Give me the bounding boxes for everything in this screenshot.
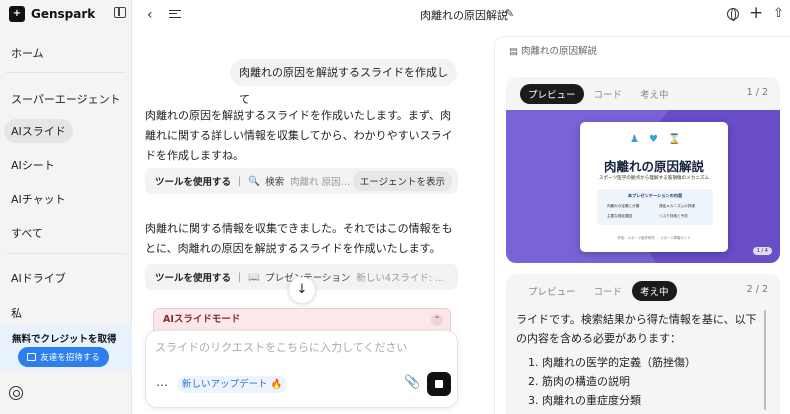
page-title[interactable]: 肉離れの原因解説 bbox=[420, 7, 508, 23]
chat-input[interactable] bbox=[155, 341, 445, 354]
sidebar-item-me[interactable]: 私 bbox=[4, 301, 29, 325]
sidebar-item-home[interactable]: ホーム bbox=[4, 41, 51, 65]
slide-subtitle: スポーツ医学の観点から理解する筋損傷のメカニズム bbox=[598, 176, 710, 181]
slide-card-2: プレビュー コード 考え中 2 / 2 ライドです。検索結果から得た情報を基に、… bbox=[506, 274, 780, 414]
divider bbox=[6, 72, 126, 73]
mode-label: AIスライドモード bbox=[163, 314, 241, 325]
tab-code[interactable]: コード bbox=[586, 281, 631, 301]
tool-detail: 肉離れ 原因 メ… bbox=[290, 177, 353, 188]
slide-icons: ♟ ♥ ⌛ bbox=[630, 134, 680, 145]
slide-box-item: 主要な発症要因 bbox=[607, 214, 633, 218]
globe-icon[interactable] bbox=[727, 8, 739, 21]
ai-message: 肉離れの原因を解説するスライドを作成いたします。まず、肉離れに関する詳しい情報を… bbox=[145, 109, 453, 162]
share-icon[interactable]: ⇧ bbox=[773, 6, 784, 21]
heartbeat-icon: ♥ bbox=[648, 134, 658, 145]
tab-preview[interactable]: プレビュー bbox=[520, 281, 584, 301]
back-arrow-icon[interactable]: ‹ bbox=[147, 8, 153, 22]
list-item: 3. 肉離れの重症度分類 bbox=[528, 394, 641, 407]
card-tabs: プレビュー コード 考え中 bbox=[520, 281, 677, 301]
list-item: 2. 筋肉の構造の説明 bbox=[528, 375, 630, 388]
new-update-chip[interactable]: 新しいアップデート 🔥 bbox=[177, 376, 288, 393]
slide-thumbnail: ♟ ♥ ⌛ 肉離れの原因解説 スポーツ医学の観点から理解する筋損傷のメカニズム … bbox=[580, 122, 728, 252]
ai-message: 肉離れに関する情報を収集できました。それではこの情報をもとに、肉離れの原因を解説… bbox=[145, 222, 453, 255]
slide-page-badge: 1 / 4 bbox=[752, 247, 772, 255]
person-icon: ♟ bbox=[630, 134, 639, 145]
stop-button[interactable] bbox=[427, 372, 451, 396]
genspark-logo-icon: + bbox=[9, 6, 25, 22]
tab-thinking[interactable]: 考え中 bbox=[632, 84, 677, 104]
slide-preview[interactable]: ♟ ♥ ⌛ 肉離れの原因解説 スポーツ医学の観点から理解する筋損傷のメカニズム … bbox=[506, 110, 780, 263]
tab-code[interactable]: コード bbox=[586, 84, 631, 104]
top-bar: ‹ 肉離れの原因解説 ✎ + ⇧ bbox=[133, 0, 790, 30]
user-message: 肉離れの原因を解説するスライドを作成して bbox=[230, 59, 457, 106]
thinking-list: 1. 肉離れの医学的定義（筋挫傷） 2. 筋肉の構造の説明 3. 肉離れの重症度… bbox=[528, 353, 696, 410]
edit-icon[interactable]: ✎ bbox=[505, 7, 514, 20]
chat-input-box: ⋯ 新しいアップデート 🔥 📎 bbox=[145, 330, 458, 408]
tool-separator: | bbox=[238, 271, 242, 283]
sidebar-item-super-agent[interactable]: スーパーエージェント bbox=[4, 87, 128, 111]
sidebar-item-ai-slides[interactable]: AIスライド bbox=[4, 119, 73, 143]
invite-friends-button[interactable]: 友達を招待する bbox=[18, 347, 109, 367]
slide-box-item: 肉離れの定義と分類 bbox=[607, 204, 640, 208]
panel-header: ▤ 肉離れの原因解説 bbox=[509, 43, 597, 57]
book-icon: 📖 bbox=[248, 271, 261, 283]
slide-box-item: リスク評価と予防 bbox=[659, 214, 688, 218]
more-options-icon[interactable]: ⋯ bbox=[156, 378, 169, 392]
page-count: 1 / 2 bbox=[746, 87, 768, 98]
panel-title: 肉離れの原因解説 bbox=[521, 46, 598, 57]
chevron-up-icon[interactable]: ⌃ bbox=[431, 314, 443, 326]
show-agent-button[interactable]: エージェントを表示 bbox=[352, 171, 452, 191]
credit-promo: 無料でクレジットを取得 友達を招待する bbox=[0, 326, 132, 370]
card-tabs: プレビュー コード 考え中 bbox=[520, 84, 677, 104]
settings-icon[interactable] bbox=[9, 386, 23, 400]
slide-card-1: プレビュー コード 考え中 1 / 2 ♟ ♥ ⌛ 肉離れの原因解説 スポーツ医… bbox=[506, 77, 780, 263]
preview-panel: ▤ 肉離れの原因解説 プレビュー コード 考え中 1 / 2 ♟ ♥ ⌛ 肉離れ… bbox=[494, 36, 790, 414]
menu-icon[interactable] bbox=[169, 10, 181, 18]
sidebar: + Genspark ホーム スーパーエージェント AIスライド AIシート A… bbox=[0, 0, 132, 414]
divider bbox=[6, 253, 126, 254]
tab-preview[interactable]: プレビュー bbox=[520, 84, 584, 104]
document-icon: ▤ bbox=[509, 46, 518, 57]
ai-slides-mode-bar[interactable]: AIスライドモード ⌃ bbox=[153, 308, 451, 332]
slide-footer: 作成：スポーツ医学研究 ｜ スポーツ障害ガイド bbox=[617, 236, 691, 240]
sidebar-item-all[interactable]: すべて bbox=[4, 221, 50, 245]
thinking-text: ライドです。検索結果から得た情報を基に、以下の内容を含める必要があります： bbox=[516, 313, 757, 345]
hourglass-icon: ⌛ bbox=[667, 134, 681, 145]
tool-usage-search[interactable]: ツールを使用する | 🔍 検索 肉離れ 原因 メ… エージェントを表示 bbox=[145, 168, 458, 194]
app-name: Genspark bbox=[31, 7, 96, 21]
sidebar-item-ai-chat[interactable]: AIチャット bbox=[4, 187, 73, 211]
tool-name: 検索 bbox=[265, 177, 285, 188]
scroll-down-arrow-icon[interactable]: ↓ bbox=[289, 277, 315, 303]
tab-thinking[interactable]: 考え中 bbox=[632, 281, 677, 301]
sidebar-collapse-icon[interactable] bbox=[114, 7, 126, 18]
invite-friends-label: 友達を招待する bbox=[40, 353, 100, 363]
sidebar-item-ai-drive[interactable]: AIドライブ bbox=[4, 266, 73, 290]
tool-separator: | bbox=[238, 175, 242, 187]
tool-label: ツールを使用する bbox=[155, 273, 232, 284]
promo-title: 無料でクレジットを取得 bbox=[12, 334, 117, 345]
slide-contents-box: 本プレゼンテーションの内容 肉離れの定義と分類 発症メカニズムの詳細 主要な発症… bbox=[597, 189, 713, 225]
slide-box-title: 本プレゼンテーションの内容 bbox=[627, 193, 683, 198]
list-item: 1. 肉離れの医学的定義（筋挫傷） bbox=[528, 356, 696, 369]
logo[interactable]: + Genspark bbox=[9, 6, 95, 22]
scrollbar[interactable] bbox=[764, 310, 766, 410]
new-plus-icon[interactable]: + bbox=[749, 3, 763, 23]
search-icon: 🔍 bbox=[248, 175, 261, 187]
attach-paperclip-icon[interactable]: 📎 bbox=[404, 375, 420, 390]
sidebar-item-ai-sheets[interactable]: AIシート bbox=[4, 153, 62, 177]
chat-area: 肉離れの原因を解説するスライドを作成して 肉離れの原因を解説するスライドを作成い… bbox=[133, 30, 478, 414]
gift-icon bbox=[27, 353, 37, 361]
tool-detail: 新しい4スライド: 肉離… bbox=[356, 273, 452, 284]
page-count: 2 / 2 bbox=[746, 284, 768, 295]
slide-box-item: 発症メカニズムの詳細 bbox=[659, 204, 695, 208]
tool-label: ツールを使用する bbox=[155, 177, 232, 188]
slide-title: 肉離れの原因解説 bbox=[603, 159, 704, 174]
